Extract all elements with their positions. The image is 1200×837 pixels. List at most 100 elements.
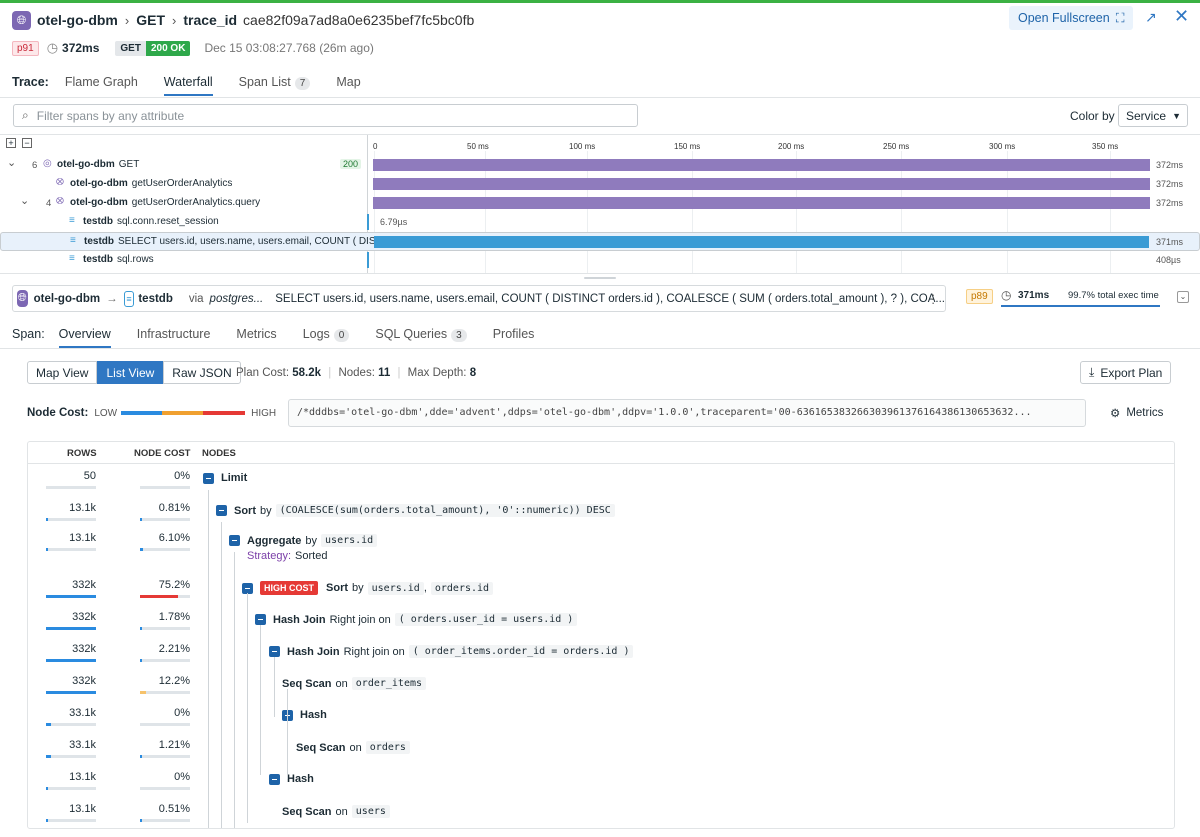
tab-logs[interactable]: Logs 0 bbox=[303, 318, 350, 348]
tab-profiles[interactable]: Profiles bbox=[493, 318, 535, 348]
collapse-node-icon[interactable] bbox=[229, 535, 240, 546]
span-bar[interactable] bbox=[373, 159, 1150, 171]
plan-node[interactable]: Hash bbox=[269, 773, 314, 785]
plan-view-switcher: Map View List View Raw JSON bbox=[27, 361, 241, 384]
chevron-down-icon[interactable]: ⌄ bbox=[7, 156, 16, 169]
collapse-node-icon[interactable] bbox=[203, 472, 214, 484]
expand-icon: ⛶ bbox=[1115, 10, 1125, 25]
metrics-label: Metrics bbox=[1126, 407, 1164, 419]
node-cost-bar bbox=[140, 627, 190, 630]
tab-map[interactable]: Map bbox=[336, 66, 360, 96]
database-icon: ≡ bbox=[69, 215, 75, 226]
collapse-node-icon[interactable] bbox=[269, 773, 280, 785]
plan-node[interactable]: Limit bbox=[203, 472, 247, 484]
globe-icon: 🌐︎ bbox=[12, 10, 31, 30]
globe-icon: 🌐︎ bbox=[17, 290, 28, 307]
plan-node[interactable]: Seq Scan on orders bbox=[296, 741, 410, 754]
plan-node[interactable]: Hash Join Right join on( order_items.orde… bbox=[269, 645, 634, 658]
node-cost: 0.51% bbox=[158, 803, 190, 815]
node-cost-scale bbox=[121, 411, 246, 415]
collapse-node-icon[interactable] bbox=[242, 582, 253, 594]
waterfall-row[interactable]: ≡ testdb SELECT users.id, users.name, user… bbox=[0, 232, 1200, 251]
external-link-icon[interactable]: ↗ bbox=[1145, 9, 1157, 26]
span-filter-input[interactable]: ⌕ Filter spans by any attribute bbox=[13, 104, 638, 127]
span-name: otel-go-dbm getUserOrderAnalytics bbox=[70, 178, 232, 189]
node-operation: Hash Join bbox=[287, 645, 340, 658]
span-duration: 408µs bbox=[1156, 255, 1181, 265]
tab-sql-queries[interactable]: SQL Queries 3 bbox=[375, 318, 467, 348]
node-cost-bar bbox=[140, 723, 190, 726]
node-detail: orders bbox=[365, 741, 410, 754]
percentile-badge: p91 bbox=[12, 40, 39, 56]
tree-guide-line bbox=[234, 552, 235, 828]
sql-comment-field[interactable]: /*dddbs='otel-go-dbm',dde='advent',ddps=… bbox=[288, 399, 1086, 427]
export-plan-button[interactable]: ⤓ Export Plan bbox=[1080, 361, 1172, 384]
divider bbox=[0, 134, 1200, 135]
plan-node[interactable]: Seq Scan on order_items bbox=[282, 677, 427, 690]
span-count-badge: 7 bbox=[294, 77, 311, 90]
waterfall-row[interactable]: ≡ testdb sql.conn.reset_session 6.79µs bbox=[0, 213, 1200, 232]
column-rows: ROWS bbox=[67, 448, 97, 459]
trace-tabs: Trace: Flame Graph Waterfall Span List 7 … bbox=[12, 66, 387, 98]
close-icon[interactable]: ✕ bbox=[1174, 6, 1189, 27]
list-view-button[interactable]: List View bbox=[97, 361, 164, 384]
waterfall-row[interactable]: ⭙ otel-go-dbm getUserOrderAnalytics 372ms bbox=[0, 175, 1200, 194]
tab-waterfall[interactable]: Waterfall bbox=[163, 66, 213, 96]
node-qualifier: Right join on bbox=[329, 613, 391, 626]
plan-node[interactable]: Hash Join Right join on( orders.user_id =… bbox=[255, 613, 578, 626]
resize-handle[interactable] bbox=[584, 277, 616, 279]
tab-flame-graph[interactable]: Flame Graph bbox=[65, 66, 138, 96]
collapse-panel-icon[interactable]: ⌄ bbox=[1177, 291, 1189, 303]
more-options-icon[interactable]: ⋮ bbox=[928, 292, 940, 306]
trace-duration: 372ms bbox=[62, 41, 100, 55]
row-count-bar bbox=[46, 486, 96, 489]
node-cost: 0% bbox=[174, 707, 190, 719]
row-count: 13.1k bbox=[69, 532, 96, 544]
tab-metrics[interactable]: Metrics bbox=[236, 318, 276, 348]
span-duration: 372ms bbox=[1156, 179, 1184, 189]
span-child-count: 6 bbox=[32, 160, 38, 171]
divider bbox=[0, 348, 1200, 349]
plan-node[interactable]: Aggregate by users.id bbox=[229, 534, 378, 547]
node-cost: 1.21% bbox=[158, 739, 190, 751]
span-bar[interactable] bbox=[374, 236, 1149, 248]
span-resource: SELECT users.id, users.name, users.email… bbox=[118, 236, 384, 247]
exec-share: 99.7% total exec time bbox=[1068, 290, 1159, 301]
tab-span-list[interactable]: Span List 7 bbox=[239, 66, 311, 96]
waterfall-row[interactable]: ⌄ 6 ◎ otel-go-dbm GET 200 372ms bbox=[0, 156, 1200, 175]
status-badge: 200 OK bbox=[145, 40, 191, 56]
map-view-button[interactable]: Map View bbox=[27, 361, 98, 384]
database-icon: ≡ bbox=[69, 253, 75, 264]
span-target-service[interactable]: testdb bbox=[138, 293, 173, 305]
trace-id-value[interactable]: cae82f09a7ad8a0e6235bef7fc5bc0fb bbox=[243, 12, 474, 28]
span-bar[interactable] bbox=[367, 252, 369, 268]
metrics-button[interactable]: ⚙ Metrics bbox=[1110, 406, 1163, 420]
plan-cost-label: Plan Cost: bbox=[236, 367, 290, 379]
span-bar[interactable] bbox=[373, 178, 1150, 190]
expand-all-icon[interactable]: + bbox=[6, 138, 16, 148]
plan-node[interactable]: HIGH COST Sort by users.id, orders.id bbox=[242, 581, 494, 595]
collapse-node-icon[interactable] bbox=[216, 505, 227, 516]
collapse-node-icon[interactable] bbox=[269, 646, 280, 657]
raw-json-button[interactable]: Raw JSON bbox=[163, 361, 241, 384]
plan-cost-value: 58.2k bbox=[292, 367, 322, 379]
span-name: testdb SELECT users.id, users.name, users… bbox=[84, 236, 384, 247]
tab-infrastructure[interactable]: Infrastructure bbox=[137, 318, 211, 348]
plan-node[interactable]: Sort by (COALESCE(sum(orders.total_amount)… bbox=[216, 504, 615, 517]
span-source-service[interactable]: otel-go-dbm bbox=[34, 293, 100, 305]
plan-node[interactable]: Hash bbox=[282, 709, 327, 721]
waterfall-row[interactable]: ≡ testdb sql.rows 408µs bbox=[0, 251, 1200, 270]
chevron-down-icon[interactable]: ⌄ bbox=[20, 194, 29, 207]
tab-overview[interactable]: Overview bbox=[58, 318, 111, 348]
collapse-node-icon[interactable] bbox=[255, 614, 266, 625]
span-bar[interactable] bbox=[373, 197, 1150, 209]
service-name[interactable]: otel-go-dbm bbox=[37, 12, 118, 28]
collapse-all-icon[interactable]: − bbox=[22, 138, 32, 148]
span-service: otel-go-dbm bbox=[70, 197, 128, 208]
waterfall-row[interactable]: ⌄ 4 ⭙ otel-go-dbm getUserOrderAnalytics.quer… bbox=[0, 194, 1200, 213]
plan-node[interactable]: Seq Scan on users bbox=[282, 805, 390, 818]
open-fullscreen-button[interactable]: Open Fullscreen ⛶ bbox=[1009, 6, 1134, 30]
color-by-select[interactable]: Service ▼ bbox=[1118, 104, 1188, 127]
span-bar[interactable] bbox=[367, 214, 369, 230]
node-detail: users.id bbox=[321, 534, 378, 547]
